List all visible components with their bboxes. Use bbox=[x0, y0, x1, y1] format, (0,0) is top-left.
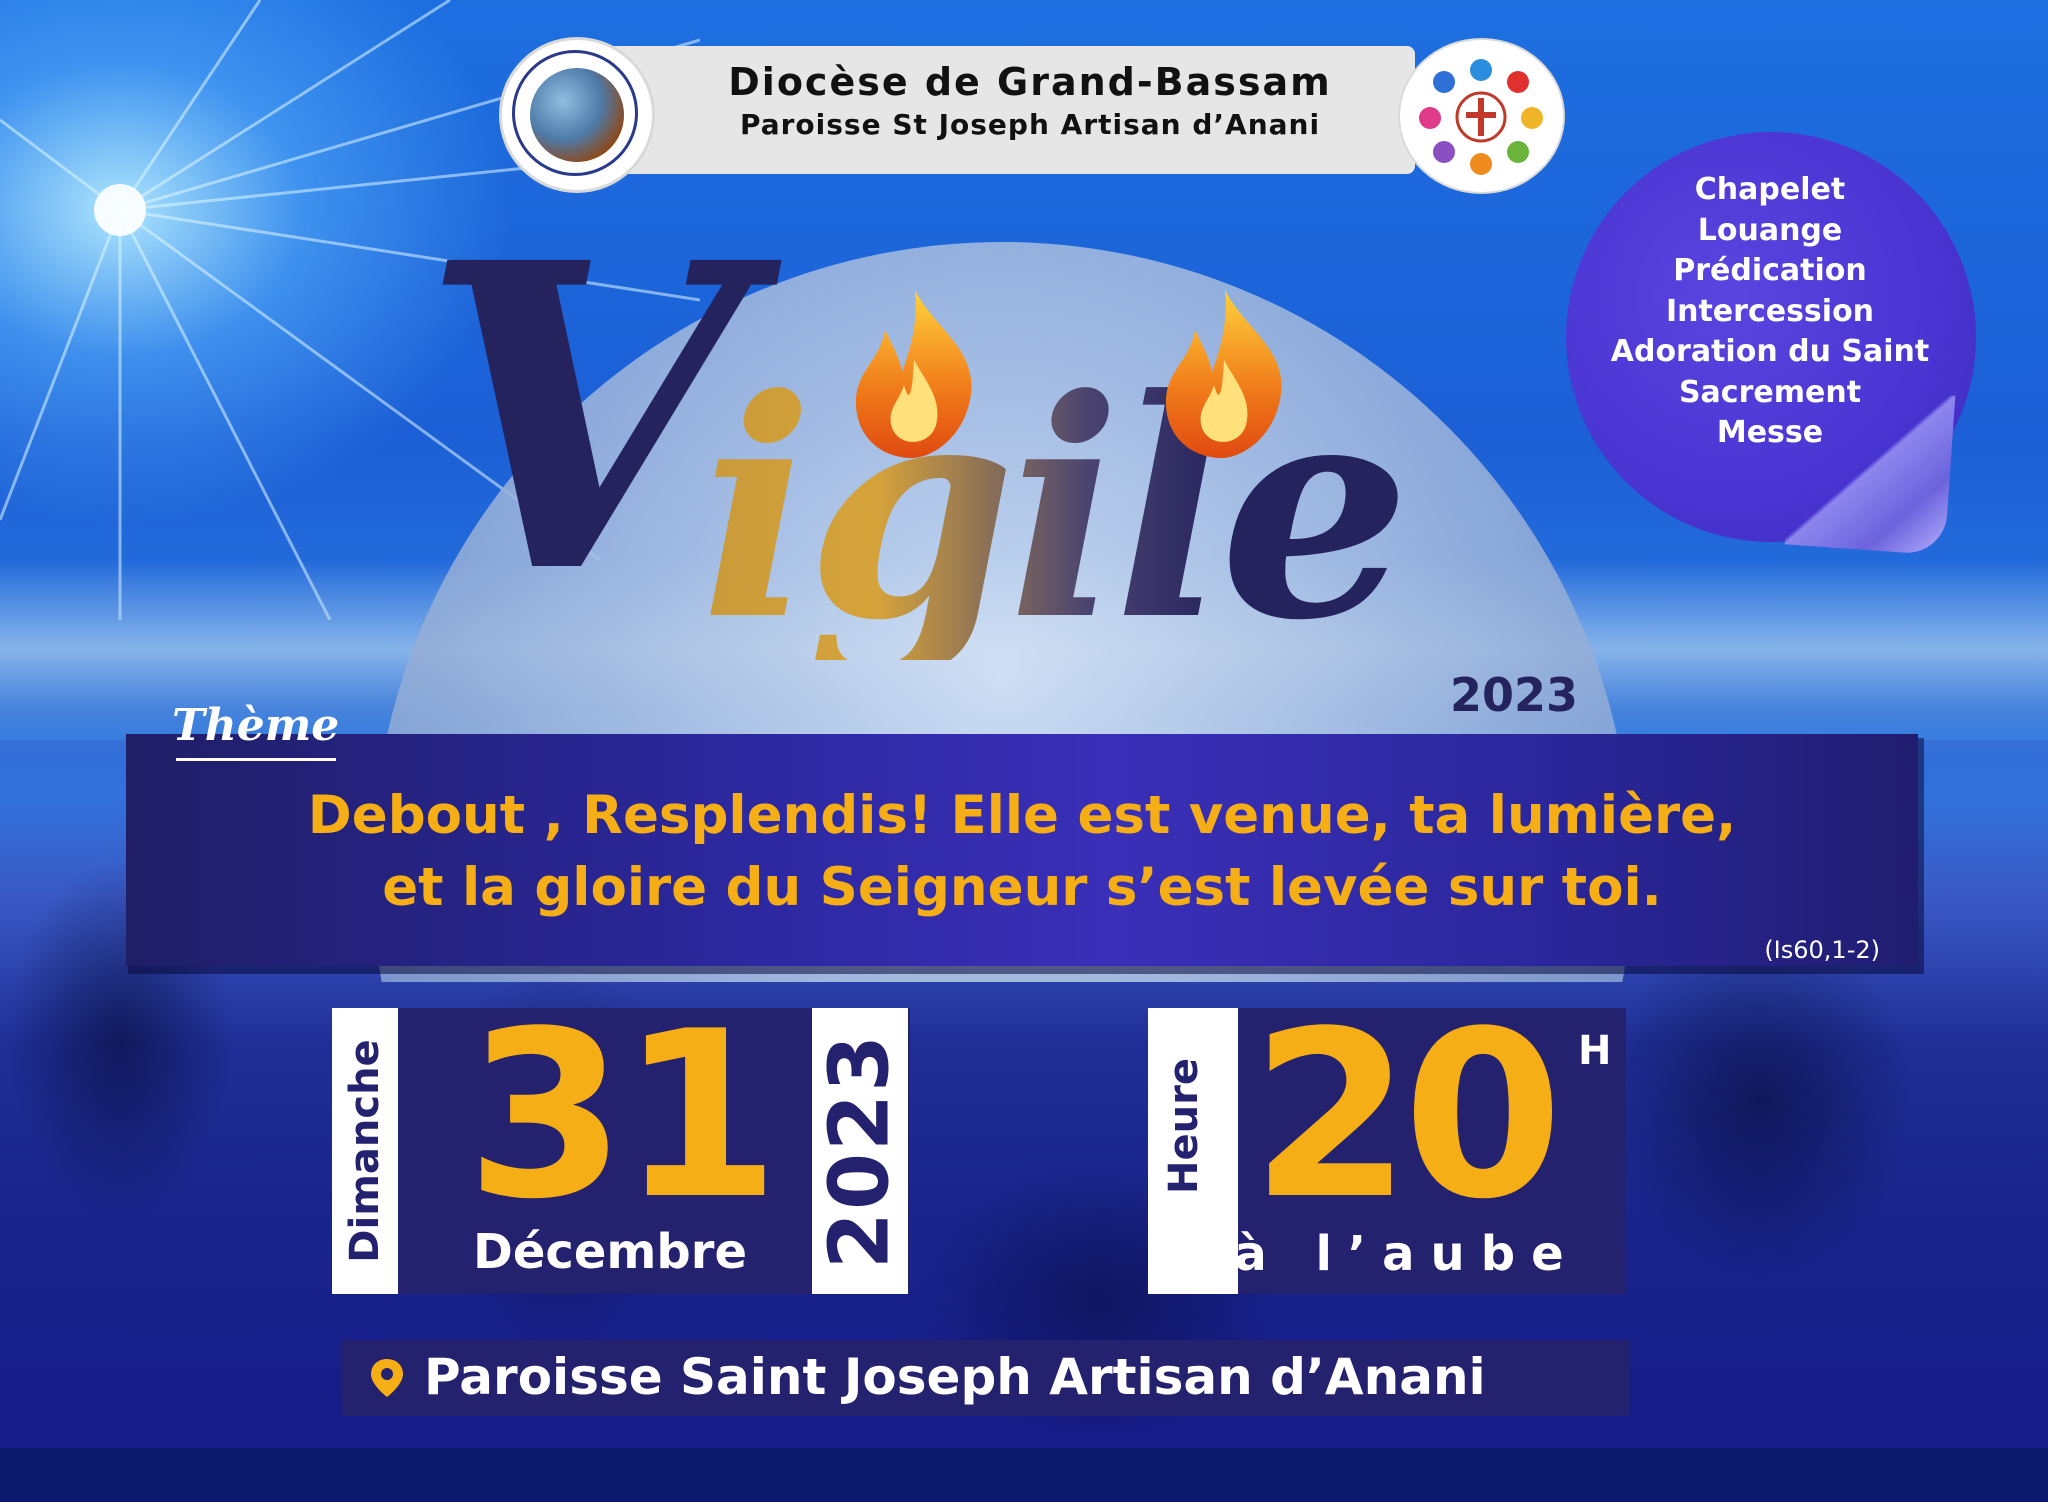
program-item: Prédication bbox=[1673, 253, 1867, 288]
program-list: Chapelet Louange Prédication Intercessio… bbox=[1570, 170, 1970, 454]
theme-label-underline bbox=[176, 758, 336, 761]
program-item: Intercession bbox=[1665, 293, 1875, 329]
title-first-letter: V bbox=[420, 173, 746, 666]
date-month: Décembre bbox=[472, 1224, 747, 1280]
time-hour: 20 bbox=[1250, 983, 1563, 1250]
flame-icon bbox=[1165, 290, 1282, 458]
diocese-title: Diocèse de Grand-Bassam bbox=[728, 60, 1332, 104]
hour-label: Heure bbox=[1161, 1058, 1207, 1194]
location-text: Paroisse Saint Joseph Artisan d’Anani bbox=[424, 1348, 1486, 1406]
time-unit: H bbox=[1578, 1028, 1612, 1074]
bible-reference: (Is60,1-2) bbox=[1764, 936, 1880, 964]
program-item: Messe bbox=[1716, 415, 1824, 450]
program-item: Louange bbox=[1697, 212, 1843, 248]
diocese-seal-logo bbox=[502, 40, 652, 190]
people-circle-icon bbox=[1419, 59, 1543, 175]
date-year: 2023 bbox=[812, 1032, 908, 1270]
title-year: 2023 bbox=[1450, 668, 1579, 722]
time-until: à l’aube bbox=[1234, 1226, 1580, 1282]
saint-joseph-image bbox=[530, 68, 624, 162]
theme-label: Thème bbox=[172, 700, 340, 751]
theme-line: Debout , Resplendis! Elle est venue, ta … bbox=[307, 785, 1737, 846]
date-day: 31 bbox=[465, 983, 780, 1250]
program-item: Chapelet bbox=[1694, 172, 1846, 207]
map-pin-icon bbox=[371, 1359, 403, 1397]
theme-line: et la gloire du Seigneur s’est levée sur… bbox=[382, 857, 1662, 918]
weekday-label: Dimanche bbox=[342, 1039, 388, 1263]
program-item: Sacrement bbox=[1678, 374, 1862, 410]
theme-verse: Debout , Resplendis! Elle est venue, ta … bbox=[130, 780, 1914, 924]
parish-community-logo bbox=[1400, 40, 1563, 192]
program-item: Adoration du Saint bbox=[1610, 334, 1930, 369]
parish-subtitle: Paroisse St Joseph Artisan d’Anani bbox=[739, 108, 1321, 141]
flame-icon bbox=[855, 290, 972, 458]
